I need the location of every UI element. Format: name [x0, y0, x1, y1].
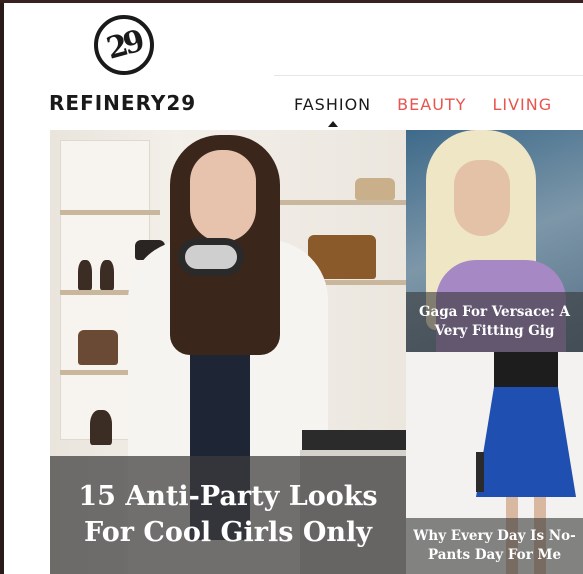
side-story-2[interactable]: Why Every Day Is No-Pants Day For Me: [406, 352, 583, 574]
site-header: 29 REFINERY29 FASHION BEAUTY LIVING: [4, 3, 583, 130]
hero-story[interactable]: 15 Anti-Party Looks For Cool Girls Only: [50, 130, 406, 574]
side-story-2-caption: Why Every Day Is No-Pants Day For Me: [406, 518, 583, 574]
hero-headline[interactable]: 15 Anti-Party Looks For Cool Girls Only: [58, 479, 398, 551]
clutch-image: [476, 452, 484, 492]
logo-mark-icon[interactable]: 29: [94, 15, 154, 75]
logo-wordmark[interactable]: REFINERY29: [49, 91, 196, 115]
nav-item-beauty[interactable]: BEAUTY: [397, 95, 466, 114]
side-story-1[interactable]: Gaga For Versace: A Very Fitting Gig: [406, 130, 583, 352]
side-story-1-caption: Gaga For Versace: A Very Fitting Gig: [406, 292, 583, 352]
logo-mark-text: 29: [103, 23, 145, 67]
hero-caption: 15 Anti-Party Looks For Cool Girls Only: [50, 456, 406, 574]
side-story-1-headline[interactable]: Gaga For Versace: A Very Fitting Gig: [410, 303, 579, 341]
nav-divider: [274, 75, 583, 76]
bag-image: [78, 330, 118, 365]
boot-image: [90, 410, 112, 445]
side-story-2-headline[interactable]: Why Every Day Is No-Pants Day For Me: [410, 527, 579, 565]
person-face: [190, 150, 256, 242]
nav-item-fashion[interactable]: FASHION: [294, 95, 371, 127]
person-face: [454, 160, 510, 236]
main-nav: FASHION BEAUTY LIVING: [294, 95, 552, 127]
shelf: [60, 210, 160, 215]
shelf: [280, 200, 406, 205]
person-top: [494, 352, 558, 392]
shoe-image: [100, 260, 114, 290]
headphones-image: [178, 238, 244, 276]
skirt-image: [476, 387, 576, 497]
bag-image: [355, 178, 395, 200]
shoe-image: [78, 260, 92, 290]
nav-item-living[interactable]: LIVING: [492, 95, 552, 114]
